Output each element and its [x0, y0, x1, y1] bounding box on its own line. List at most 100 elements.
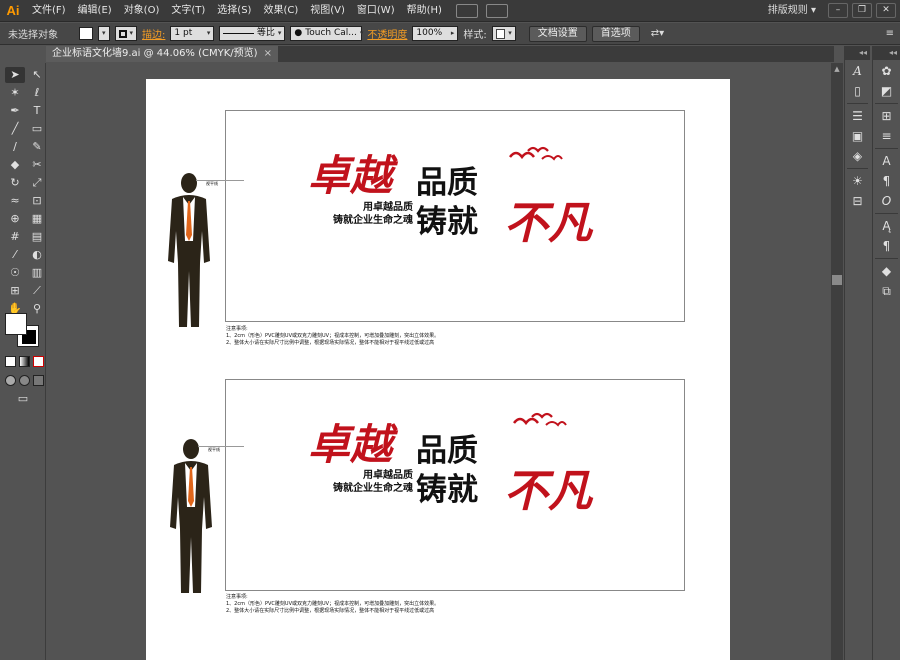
artboards-icon[interactable]: ⧉	[876, 282, 898, 300]
slice-icon[interactable]: ⟋	[27, 283, 47, 299]
type-icon[interactable]: T	[27, 103, 47, 119]
character-styles-icon[interactable]: Ą	[876, 217, 898, 235]
opacity-label[interactable]: 不透明度	[367, 26, 407, 41]
scroll-thumb[interactable]	[832, 275, 842, 285]
swatches-icon[interactable]: ▣	[847, 127, 869, 145]
red-calligraphy-1: 不凡	[504, 198, 592, 249]
align-icon[interactable]: ☰	[847, 107, 869, 125]
stroke-label[interactable]: 描边:	[142, 26, 165, 41]
graphic-style-dropdown[interactable]: ▾	[491, 26, 516, 41]
close-button[interactable]: ✕	[876, 3, 896, 18]
color-guide-icon[interactable]: ▯	[847, 82, 869, 100]
paintbrush-icon[interactable]: ∕	[5, 139, 25, 155]
rotate-icon[interactable]: ↻	[5, 175, 25, 191]
color-mode-icon[interactable]	[5, 356, 16, 367]
fill-color-box[interactable]	[5, 313, 27, 335]
stroke-panel-icon[interactable]: ≡	[876, 127, 898, 145]
collapse-icon-2[interactable]: ◂◂	[873, 46, 900, 60]
brush-dropdown[interactable]: ● Touch Cal... ▾	[290, 26, 363, 41]
preferences-button[interactable]: 首选项	[591, 25, 640, 42]
red-title-2: 卓越	[308, 420, 393, 469]
symbols-icon[interactable]: ◩	[876, 82, 898, 100]
bridge-icon[interactable]	[455, 3, 478, 18]
rectangle-icon[interactable]: ▭	[27, 121, 47, 137]
none-mode-icon[interactable]	[33, 356, 44, 367]
color-mode-row	[5, 356, 44, 367]
menu-bar: Ai 文件(F) 编辑(E) 对象(O) 文字(T) 选择(S) 效果(C) 视…	[0, 0, 900, 22]
brushes-icon[interactable]: ✿	[876, 62, 898, 80]
direct-selection-tool-icon[interactable]: ↖	[27, 67, 47, 83]
character-style-icon[interactable]: A	[847, 62, 869, 80]
menu-type[interactable]: 文字(T)	[165, 0, 211, 22]
stroke-profile-dropdown[interactable]: 等比 ▾	[219, 26, 286, 41]
paragraph-styles-icon[interactable]: ¶	[876, 237, 898, 255]
fill-dropdown[interactable]: ▾	[98, 26, 110, 41]
menu-help[interactable]: 帮助(H)	[401, 0, 448, 22]
scissors-icon[interactable]: ✂	[27, 157, 47, 173]
birds-icon-2	[513, 412, 567, 427]
collapse-icon[interactable]: ◂◂	[845, 46, 870, 60]
magic-wand-icon[interactable]: ✶	[5, 85, 25, 101]
warp-icon[interactable]: ≈	[5, 193, 25, 209]
graph-icon[interactable]: ▥	[27, 265, 47, 281]
stroke-swatch[interactable]: ▾	[114, 26, 138, 41]
document-setup-button[interactable]: 文档设置	[528, 25, 587, 42]
draw-behind-icon[interactable]	[19, 375, 30, 386]
line-icon[interactable]: ╱	[5, 121, 25, 137]
menu-file[interactable]: 文件(F)	[26, 0, 72, 22]
selection-tool-icon[interactable]: ➤	[5, 67, 25, 83]
graphic-styles-icon[interactable]: ⊟	[847, 192, 869, 210]
close-tab-icon[interactable]: ×	[264, 48, 272, 59]
free-transform-icon[interactable]: ⊡	[27, 193, 47, 209]
lasso-icon[interactable]: ℓ	[27, 85, 47, 101]
appearance-icon[interactable]: ☀	[847, 172, 869, 190]
panel-menu-icon[interactable]: ≡	[886, 28, 894, 39]
menu-select[interactable]: 选择(S)	[211, 0, 257, 22]
document-tab-bar: 企业标语文化墙9.ai @ 44.06% (CMYK/预览) ×	[46, 46, 834, 62]
opacity-field[interactable]: 100% ▸	[412, 26, 459, 41]
gradient-icon[interactable]: ▤	[27, 229, 47, 245]
document-tab[interactable]: 企业标语文化墙9.ai @ 44.06% (CMYK/预览) ×	[46, 46, 278, 62]
pen-icon[interactable]: ✒	[5, 103, 25, 119]
symbol-sprayer-icon[interactable]: ☉	[5, 265, 25, 281]
eye-level-line-2	[198, 446, 244, 447]
zoom-icon[interactable]: ⚲	[27, 301, 47, 317]
stroke-weight-field[interactable]: 1 pt ▾	[170, 26, 215, 41]
minimize-button[interactable]: –	[828, 3, 848, 18]
tools-panel: ➤ ↖ ✶ ℓ ✒ T ╱ ▭ ∕ ✎ ◆ ✂ ↻ ⤢ ≈ ⊡ ⊕ ▦ # ▤ …	[0, 63, 46, 660]
menu-effect[interactable]: 效果(C)	[257, 0, 304, 22]
gradient-mode-icon[interactable]	[19, 356, 30, 367]
menu-edit[interactable]: 编辑(E)	[72, 0, 118, 22]
blob-brush-icon[interactable]: ◆	[5, 157, 25, 173]
workspace-switcher[interactable]: 排版规则 ▾	[768, 0, 816, 22]
menu-view[interactable]: 视图(V)	[304, 0, 351, 22]
scroll-up-icon[interactable]: ▲	[831, 63, 843, 75]
arrange-documents-icon[interactable]	[485, 3, 508, 18]
draw-inside-icon[interactable]	[33, 375, 44, 386]
vertical-scrollbar[interactable]: ▲	[831, 63, 843, 660]
opentype-icon[interactable]: O	[876, 192, 898, 210]
menu-window[interactable]: 窗口(W)	[351, 0, 401, 22]
restore-button[interactable]: ❐	[852, 3, 872, 18]
character-icon[interactable]: A	[876, 152, 898, 170]
pathfinder-icon[interactable]: ◈	[847, 147, 869, 165]
mesh-icon[interactable]: #	[5, 229, 25, 245]
blend-icon[interactable]: ◐	[27, 247, 47, 263]
layers-icon[interactable]: ◆	[876, 262, 898, 280]
shape-builder-icon[interactable]: ⊕	[5, 211, 25, 227]
arrange-icon[interactable]: ⇄▾	[651, 28, 664, 39]
scale-icon[interactable]: ⤢	[27, 175, 47, 191]
panel-dock-1: ◂◂ A ▯ ☰ ▣ ◈ ☀ ⊟	[844, 46, 870, 660]
control-bar: 未选择对象 ▾ ▾ 描边: 1 pt ▾ 等比 ▾ ● Touch Cal... ▾ 不…	[0, 23, 900, 45]
fill-swatch[interactable]	[79, 27, 93, 40]
menu-object[interactable]: 对象(O)	[118, 0, 166, 22]
draw-normal-icon[interactable]	[5, 375, 16, 386]
artboard-icon[interactable]: ⊞	[5, 283, 25, 299]
eyedropper-icon[interactable]: ⁄	[5, 247, 25, 263]
pencil-icon[interactable]: ✎	[27, 139, 47, 155]
screen-mode-icon[interactable]: ▭	[13, 391, 33, 407]
paragraph-icon[interactable]: ¶	[876, 172, 898, 190]
perspective-icon[interactable]: ▦	[27, 211, 47, 227]
black-line2-2: 铸就	[416, 472, 478, 508]
transform-icon[interactable]: ⊞	[876, 107, 898, 125]
